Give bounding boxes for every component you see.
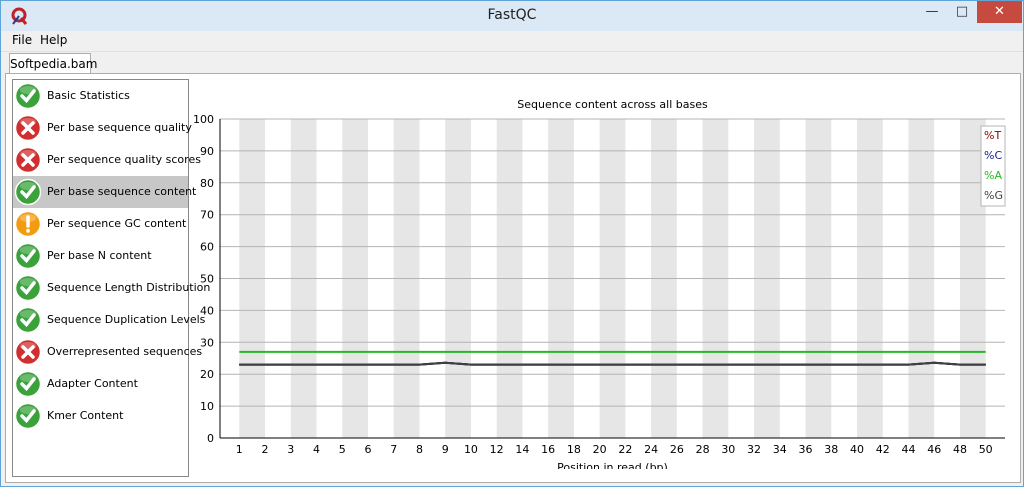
- x-tick-label: 4: [313, 443, 320, 456]
- chart-title: Sequence content across all bases: [517, 98, 708, 111]
- check-icon: [14, 178, 42, 206]
- x-tick-label: 22: [618, 443, 632, 456]
- module-item[interactable]: Basic Statistics: [13, 80, 188, 112]
- legend-entry: %C: [984, 149, 1002, 162]
- x-tick-label: 3: [287, 443, 294, 456]
- y-tick-label: 10: [200, 400, 214, 413]
- y-tick-label: 40: [200, 304, 214, 317]
- tab-softpedia-bam[interactable]: Softpedia.bam: [9, 53, 97, 74]
- module-label: Sequence Length Distribution: [47, 281, 211, 294]
- x-tick-label: 16: [541, 443, 555, 456]
- x-tick-label: 18: [567, 443, 581, 456]
- module-item[interactable]: Per sequence quality scores: [13, 144, 201, 176]
- x-tick-label: 10: [464, 443, 478, 456]
- check-icon: [14, 402, 42, 430]
- x-tick-label: 28: [696, 443, 710, 456]
- warning-icon: [14, 210, 42, 238]
- module-label: Basic Statistics: [47, 89, 130, 102]
- module-list: Basic Statistics Per base sequence qualit…: [12, 79, 210, 477]
- x-tick-label: 24: [644, 443, 658, 456]
- x-tick-label: 1: [236, 443, 243, 456]
- x-tick-label: 50: [979, 443, 993, 456]
- x-tick-label: 6: [364, 443, 371, 456]
- x-tick-label: 5: [339, 443, 346, 456]
- menu-file[interactable]: File: [12, 33, 32, 47]
- module-item[interactable]: Sequence Length Distribution: [13, 272, 210, 304]
- y-tick-label: 30: [200, 336, 214, 349]
- legend-entry: %T: [984, 129, 1001, 142]
- check-icon: [14, 242, 42, 270]
- cross-icon: [14, 338, 42, 366]
- x-tick-label: 20: [593, 443, 607, 456]
- check-icon: [14, 370, 42, 398]
- module-item[interactable]: Per base sequence quality: [13, 112, 192, 144]
- file-tabs: Softpedia.bam: [1, 51, 1023, 74]
- title-bar[interactable]: FastQC — □ ✕: [1, 1, 1023, 31]
- minimize-button[interactable]: —: [915, 1, 949, 23]
- maximize-button[interactable]: □: [949, 1, 975, 23]
- x-tick-label: 46: [927, 443, 941, 456]
- check-icon: [14, 274, 42, 302]
- module-label: Per base sequence quality: [47, 121, 192, 134]
- x-tick-label: 42: [876, 443, 890, 456]
- y-tick-label: 80: [200, 177, 214, 190]
- module-label: Sequence Duplication Levels: [47, 313, 206, 326]
- module-item[interactable]: Adapter Content: [13, 368, 188, 400]
- x-axis-label: Position in read (bp): [557, 461, 668, 469]
- x-tick-label: 32: [747, 443, 761, 456]
- check-icon: [14, 306, 42, 334]
- module-label: Kmer Content: [47, 409, 124, 422]
- x-tick-label: 2: [262, 443, 269, 456]
- check-icon: [14, 82, 42, 110]
- cross-icon: [14, 146, 42, 174]
- y-tick-label: 60: [200, 241, 214, 254]
- x-tick-label: 8: [416, 443, 423, 456]
- x-tick-label: 40: [850, 443, 864, 456]
- x-tick-label: 14: [515, 443, 529, 456]
- cross-icon: [14, 114, 42, 142]
- sequence-content-chart: 01020304050607080901001 2 3 4 5 6 7 8 9 10 12 14 16 1…: [193, 98, 1006, 469]
- x-tick-label: 26: [670, 443, 684, 456]
- x-tick-label: 36: [799, 443, 813, 456]
- menu-help[interactable]: Help: [40, 33, 67, 47]
- module-label: Adapter Content: [47, 377, 138, 390]
- module-item[interactable]: Per base N content: [13, 240, 188, 272]
- module-label: Per base sequence content: [47, 185, 197, 198]
- legend-entry: %G: [984, 189, 1003, 202]
- x-tick-label: 38: [824, 443, 838, 456]
- window-title: FastQC: [487, 7, 537, 23]
- y-tick-label: 20: [200, 368, 214, 381]
- y-tick-label: 100: [193, 113, 214, 126]
- module-label: Per sequence GC content: [47, 217, 187, 230]
- app-window: FastQC — □ ✕ File Help Softpedia.bam Bas…: [0, 0, 1024, 487]
- module-label: Per base N content: [47, 249, 152, 262]
- x-tick-label: 30: [721, 443, 735, 456]
- module-label: Per sequence quality scores: [47, 153, 201, 166]
- x-tick-label: 34: [773, 443, 787, 456]
- report-panel: Basic Statistics Per base sequence qualit…: [5, 73, 1021, 483]
- module-item[interactable]: Overrepresented sequences: [13, 336, 202, 368]
- y-tick-label: 0: [207, 432, 214, 445]
- module-item[interactable]: Sequence Duplication Levels: [13, 304, 205, 336]
- legend-entry: %A: [984, 169, 1002, 182]
- x-tick-label: 48: [953, 443, 967, 456]
- y-tick-label: 70: [200, 209, 214, 222]
- module-item[interactable]: Kmer Content: [13, 400, 188, 432]
- module-item[interactable]: Per base sequence content: [13, 176, 196, 208]
- menu-bar: File Help: [1, 31, 1023, 52]
- y-tick-label: 90: [200, 145, 214, 158]
- x-tick-label: 12: [490, 443, 504, 456]
- y-tick-label: 50: [200, 273, 214, 286]
- module-label: Overrepresented sequences: [47, 345, 203, 358]
- close-button[interactable]: ✕: [977, 1, 1022, 23]
- x-tick-label: 7: [390, 443, 397, 456]
- x-tick-label: 44: [901, 443, 915, 456]
- x-tick-label: 9: [442, 443, 449, 456]
- module-item[interactable]: Per sequence GC content: [13, 208, 188, 240]
